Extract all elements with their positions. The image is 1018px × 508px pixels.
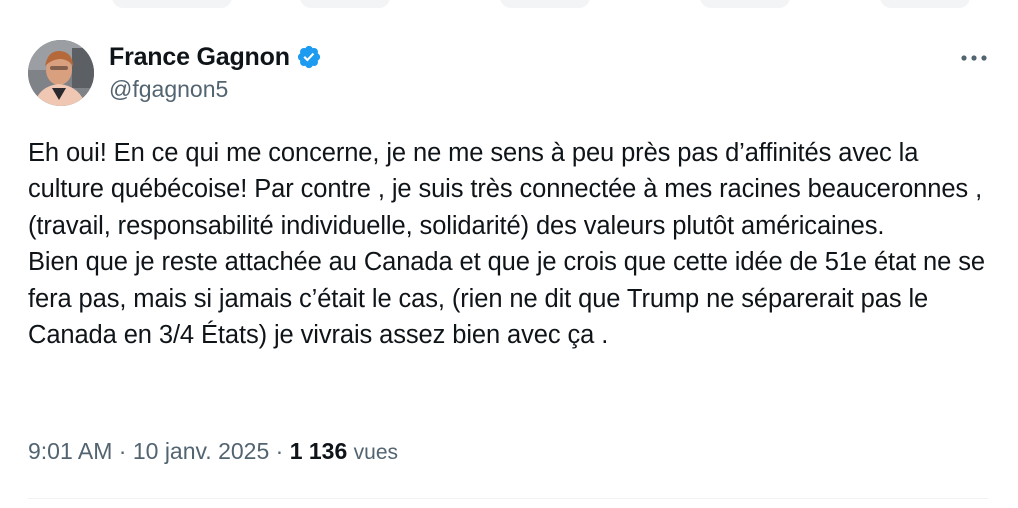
views-label: vues: [353, 441, 399, 464]
tweet-page: France Gagnon @fgagnon5 Eh oui! En ce qu…: [0, 0, 1018, 508]
tweet-meta: 9:01 AM · 10 janv. 2025 · 1 136 vues: [28, 438, 398, 465]
tweet: France Gagnon @fgagnon5 Eh oui! En ce qu…: [0, 0, 1018, 508]
meta-separator: ·: [112, 438, 133, 464]
divider: [28, 498, 988, 499]
verified-badge-icon[interactable]: [296, 44, 322, 70]
avatar-image: [28, 40, 94, 106]
more-options-button[interactable]: [956, 46, 992, 70]
avatar[interactable]: [28, 40, 94, 106]
display-name[interactable]: France Gagnon: [109, 43, 290, 72]
tweet-header: France Gagnon @fgagnon5: [28, 40, 994, 108]
author-names: France Gagnon @fgagnon5: [109, 40, 322, 103]
tweet-text: Eh oui! En ce qui me concerne, je ne me …: [28, 135, 988, 353]
tweet-paragraph: Eh oui! En ce qui me concerne, je ne me …: [28, 139, 990, 240]
tweet-paragraph: Bien que je reste attachée au Canada et …: [28, 248, 992, 350]
display-name-row: France Gagnon: [109, 40, 322, 74]
views-count: 1 136: [289, 438, 348, 464]
meta-separator: ·: [269, 438, 290, 464]
author-handle[interactable]: @fgagnon5: [109, 76, 322, 103]
tweet-date[interactable]: 10 janv. 2025: [133, 438, 269, 465]
more-horizontal-icon: [961, 55, 987, 61]
tweet-time[interactable]: 9:01 AM: [28, 438, 112, 465]
